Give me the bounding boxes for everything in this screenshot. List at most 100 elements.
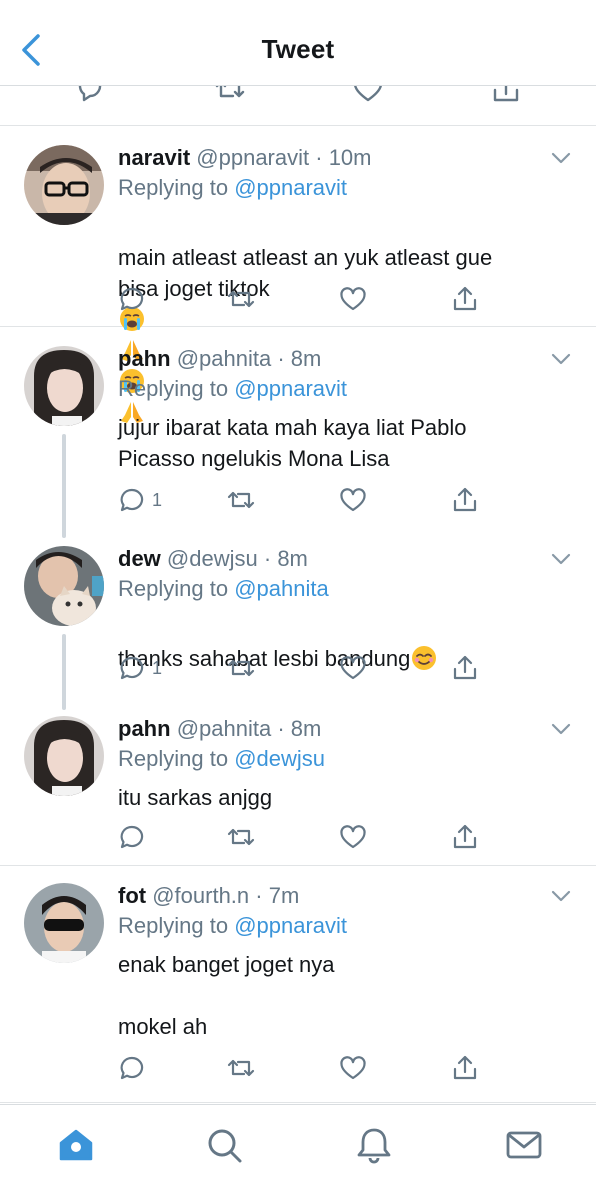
display-name[interactable]: naravit xyxy=(118,145,190,170)
like-heart-icon xyxy=(340,287,366,311)
chevron-down-icon[interactable] xyxy=(550,151,572,165)
like-heart-icon[interactable] xyxy=(352,86,384,104)
replying-to: Replying to @pahnita xyxy=(118,574,329,604)
share-icon[interactable] xyxy=(490,86,522,104)
reply-button[interactable] xyxy=(118,822,152,852)
reply-button[interactable]: 1 xyxy=(118,653,162,683)
mention-link[interactable]: @ppnaravit xyxy=(234,175,347,200)
reply-button[interactable] xyxy=(118,1053,152,1083)
tweet[interactable]: pahn @pahnita · 8m Replying to @ppnaravi… xyxy=(0,328,596,538)
like-button[interactable] xyxy=(339,653,367,683)
share-icon xyxy=(453,655,477,680)
share-icon xyxy=(453,286,477,311)
messages-envelope-icon[interactable] xyxy=(504,1125,544,1165)
timestamp: 8m xyxy=(290,346,322,371)
timestamp: 8m xyxy=(290,716,322,741)
retweet-icon[interactable] xyxy=(214,86,246,104)
tweet-header: naravit @ppnaravit · 10m xyxy=(118,143,536,173)
replying-to: Replying to @ppnaravit xyxy=(118,911,347,941)
tweet-actions: 1 xyxy=(118,485,478,515)
retweet-icon xyxy=(227,1059,255,1077)
handle[interactable]: @pahnita xyxy=(177,716,272,741)
avatar[interactable] xyxy=(24,145,104,225)
avatar-image xyxy=(24,145,104,225)
retweet-button[interactable] xyxy=(226,822,256,852)
reply-button[interactable]: 1 xyxy=(118,485,162,515)
retweet-button[interactable] xyxy=(226,653,256,683)
tweet[interactable]: pahn @pahnita · 8m Replying to @dewjsu i… xyxy=(0,698,596,866)
handle[interactable]: @ppnaravit xyxy=(196,145,309,170)
avatar-image xyxy=(24,346,104,426)
replying-to: Replying to @ppnaravit xyxy=(118,173,347,203)
display-name[interactable]: pahn xyxy=(118,346,171,371)
reply-button[interactable] xyxy=(118,284,152,314)
like-button[interactable] xyxy=(339,284,367,314)
avatar[interactable] xyxy=(24,716,104,796)
like-button[interactable] xyxy=(339,1053,367,1083)
mention-link[interactable]: @pahnita xyxy=(234,576,329,601)
handle[interactable]: @dewjsu xyxy=(167,546,258,571)
reply-icon xyxy=(120,287,144,311)
share-button[interactable] xyxy=(451,1053,479,1083)
dot-separator: · xyxy=(271,346,291,371)
handle[interactable]: @fourth.n xyxy=(152,883,249,908)
mention-link[interactable]: @dewjsu xyxy=(234,746,325,771)
home-icon[interactable] xyxy=(56,1125,96,1165)
share-button[interactable] xyxy=(451,822,479,852)
avatar-image xyxy=(24,546,104,626)
dot-separator: · xyxy=(271,716,291,741)
replying-to-label: Replying to xyxy=(118,913,229,938)
mention-link[interactable]: @ppnaravit xyxy=(234,376,347,401)
tweet-actions xyxy=(118,1053,478,1083)
chevron-down-icon[interactable] xyxy=(550,352,572,366)
mention-link[interactable]: @ppnaravit xyxy=(234,913,347,938)
notifications-bell-icon[interactable] xyxy=(354,1125,394,1165)
avatar[interactable] xyxy=(24,883,104,963)
replying-to: Replying to @dewjsu xyxy=(118,744,325,774)
thread-connector xyxy=(62,434,66,538)
tweet[interactable]: naravit @ppnaravit · 10m Replying to @pp… xyxy=(0,127,596,423)
top-navigation-bar: Tweet xyxy=(0,0,596,86)
tweet-actions xyxy=(118,822,478,852)
tweet-text: itu sarkas anjgg xyxy=(118,785,273,810)
reply-icon xyxy=(120,488,144,512)
like-button[interactable] xyxy=(339,822,367,852)
share-button[interactable] xyxy=(451,485,479,515)
tweet-header: pahn @pahnita · 8m xyxy=(118,344,536,374)
tweet-actions: 1 xyxy=(118,653,478,683)
share-button[interactable] xyxy=(451,284,479,314)
timestamp: 8m xyxy=(277,546,308,571)
retweet-button[interactable] xyxy=(226,1053,256,1083)
tweet[interactable]: dew @dewjsu · 8m Replying to @pahnita th… xyxy=(0,528,596,710)
chevron-down-icon[interactable] xyxy=(550,722,572,736)
tweet[interactable]: fot @fourth.n · 7m Replying to @ppnaravi… xyxy=(0,867,596,1103)
timestamp: 10m xyxy=(328,145,372,170)
retweet-button[interactable] xyxy=(226,485,256,515)
chevron-down-icon[interactable] xyxy=(550,889,572,903)
display-name[interactable]: pahn xyxy=(118,716,171,741)
page-title: Tweet xyxy=(261,34,335,64)
like-heart-icon xyxy=(340,825,366,849)
replying-to-label: Replying to xyxy=(118,376,229,401)
display-name[interactable]: dew xyxy=(118,546,161,571)
avatar[interactable] xyxy=(24,346,104,426)
dot-separator: · xyxy=(249,883,269,908)
tweet-header: dew @dewjsu · 8m xyxy=(118,544,536,574)
search-icon[interactable] xyxy=(204,1125,244,1165)
retweet-button[interactable] xyxy=(226,284,256,314)
like-heart-icon xyxy=(340,488,366,512)
reply-icon[interactable] xyxy=(76,86,108,104)
avatar[interactable] xyxy=(24,546,104,626)
avatar-image xyxy=(24,716,104,796)
replying-to-label: Replying to xyxy=(118,746,229,771)
display-name[interactable]: fot xyxy=(118,883,146,908)
tweet-header: pahn @pahnita · 8m xyxy=(118,714,536,744)
dot-separator: · xyxy=(309,145,329,170)
chevron-down-icon[interactable] xyxy=(550,552,572,566)
like-heart-icon xyxy=(340,656,366,680)
like-button[interactable] xyxy=(339,485,367,515)
tweet-header: fot @fourth.n · 7m xyxy=(118,881,536,911)
tweet-text: jujur ibarat kata mah kaya liat Pablo Pi… xyxy=(118,415,467,471)
handle[interactable]: @pahnita xyxy=(177,346,272,371)
share-button[interactable] xyxy=(451,653,479,683)
